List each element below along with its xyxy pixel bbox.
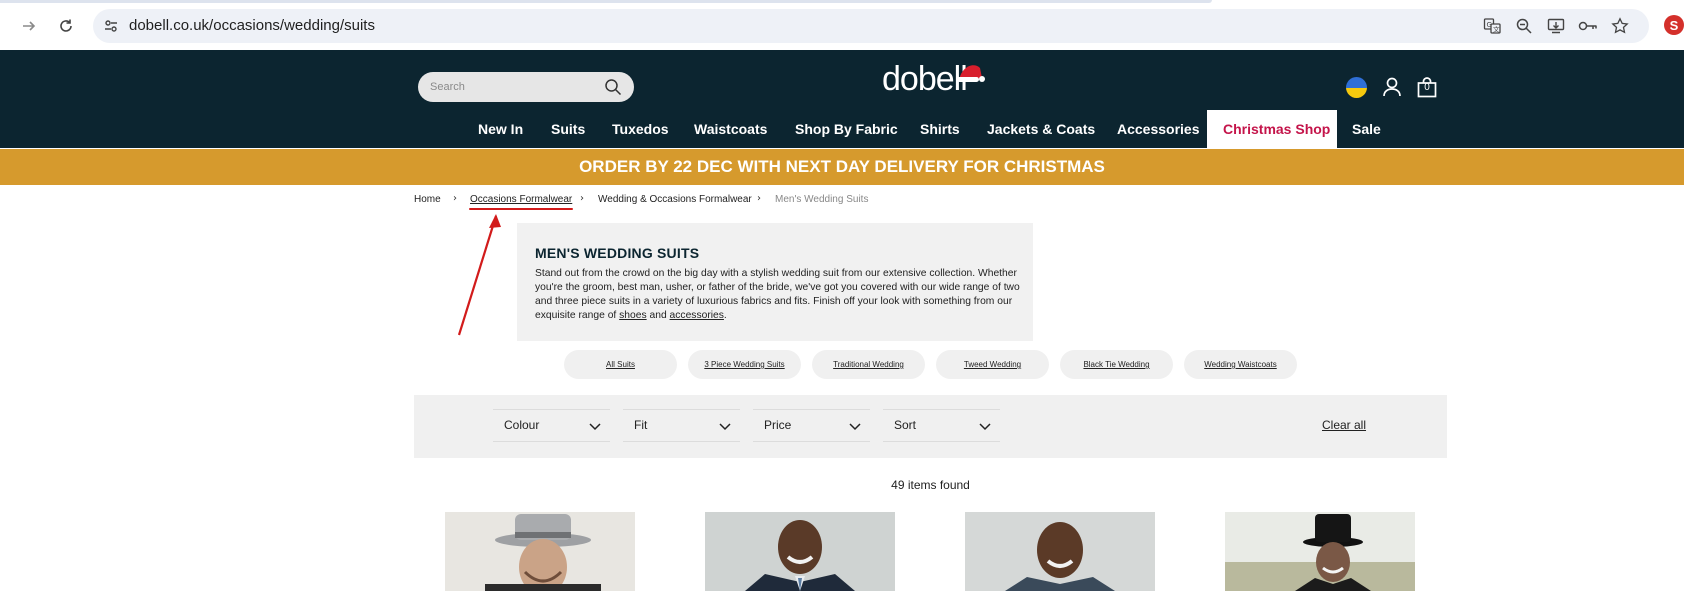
reload-icon[interactable] (51, 11, 81, 41)
nav-christmas-shop[interactable]: Christmas Shop (1207, 110, 1337, 148)
breadcrumb-separator-icon: › (757, 193, 761, 204)
fit-select-label: Fit (634, 418, 648, 432)
search-icon[interactable] (604, 78, 622, 96)
nav-sale[interactable]: Sale (1352, 110, 1381, 148)
translate-icon[interactable]: G文 (1481, 15, 1503, 37)
url-text[interactable]: dobell.co.uk/occasions/wedding/suits (129, 17, 375, 34)
nav-tuxedos[interactable]: Tuxedos (612, 110, 669, 148)
chevron-down-icon (719, 423, 731, 431)
intro-text-body: Stand out from the crowd on the big day … (535, 268, 1020, 321)
colour-select-label: Colour (504, 418, 540, 432)
bookmark-star-icon[interactable] (1609, 15, 1631, 37)
address-bar[interactable]: dobell.co.uk/occasions/wedding/suits G文 (93, 9, 1649, 43)
forward-icon[interactable] (14, 11, 44, 41)
delivery-banner[interactable]: ORDER BY 22 DEC WITH NEXT DAY DELIVERY F… (0, 149, 1684, 185)
extension-letter: S (1669, 17, 1679, 33)
site-logo[interactable]: dobell (882, 60, 968, 99)
chevron-down-icon (849, 423, 861, 431)
accessories-link[interactable]: accessories (670, 310, 724, 321)
category-intro: MEN'S WEDDING SUITS Stand out from the c… (517, 223, 1033, 341)
annotation-arrow-icon (457, 214, 501, 336)
nav-jackets-coats[interactable]: Jackets & Coats (987, 110, 1095, 148)
pill-tweed-wedding[interactable]: Tweed Wedding (936, 350, 1049, 379)
shopping-bag-icon[interactable]: 0 (1415, 75, 1439, 99)
browser-toolbar: dobell.co.uk/occasions/wedding/suits G文 … (0, 0, 1684, 50)
sort-select-label: Sort (894, 418, 917, 432)
breadcrumb-separator-icon: › (580, 193, 584, 204)
pill-traditional-wedding[interactable]: Traditional Wedding (812, 350, 925, 379)
chevron-down-icon (979, 423, 991, 431)
password-key-icon[interactable] (1577, 15, 1599, 37)
product-card-image[interactable] (1225, 512, 1415, 591)
search-input[interactable] (430, 78, 600, 96)
intro-text-and: and (646, 310, 670, 321)
colour-select[interactable]: Colour (493, 409, 610, 442)
intro-text: Stand out from the crowd on the big day … (535, 267, 1021, 323)
chevron-down-icon (589, 423, 601, 431)
breadcrumb-wedding-occasions[interactable]: Wedding & Occasions Formalwear (598, 194, 752, 205)
breadcrumb-home[interactable]: Home (414, 194, 441, 205)
zoom-icon[interactable] (1513, 15, 1535, 37)
nav-new-in[interactable]: New In (478, 110, 523, 148)
extension-icon[interactable]: S (1664, 15, 1684, 35)
price-select-label: Price (764, 418, 792, 432)
install-icon[interactable] (1545, 15, 1567, 37)
pill-black-tie-wedding[interactable]: Black Tie Wedding (1060, 350, 1173, 379)
nav-shop-by-fabric[interactable]: Shop By Fabric (795, 110, 898, 148)
santa-hat-icon (957, 65, 985, 82)
intro-text-end: . (723, 310, 727, 321)
clear-all-link[interactable]: Clear all (1322, 418, 1366, 432)
pill-wedding-waistcoats[interactable]: Wedding Waistcoats (1184, 350, 1297, 379)
site-header: dobell 0 New In Suits Tuxedos Waistcoats… (0, 50, 1684, 148)
pill-all-suits[interactable]: All Suits (564, 350, 677, 379)
site-info-icon[interactable] (101, 16, 121, 36)
product-card-image[interactable] (445, 512, 635, 591)
tab-strip-edge (0, 0, 1212, 3)
breadcrumb-occasions-formalwear[interactable]: Occasions Formalwear (470, 194, 572, 205)
price-select[interactable]: Price (753, 409, 870, 442)
cart-count: 0 (1424, 82, 1430, 93)
account-icon[interactable] (1380, 75, 1404, 99)
nav-shirts[interactable]: Shirts (920, 110, 960, 148)
search-box[interactable] (418, 72, 634, 102)
items-found-count: 49 items found (891, 478, 970, 492)
nav-waistcoats[interactable]: Waistcoats (694, 110, 767, 148)
pill-3-piece-wedding-suits[interactable]: 3 Piece Wedding Suits (688, 350, 801, 379)
svg-text:文: 文 (1493, 25, 1500, 34)
product-card-image[interactable] (965, 512, 1155, 591)
page-title: MEN'S WEDDING SUITS (535, 245, 700, 261)
breadcrumb-separator-icon: › (453, 193, 457, 204)
main-nav: New In Suits Tuxedos Waistcoats Shop By … (0, 110, 1684, 148)
sort-select[interactable]: Sort (883, 409, 1000, 442)
breadcrumb-current: Men's Wedding Suits (775, 194, 869, 205)
product-card-image[interactable] (705, 512, 895, 591)
nav-suits[interactable]: Suits (551, 110, 585, 148)
ukraine-flag-icon (1346, 77, 1367, 98)
shoes-link[interactable]: shoes (619, 310, 646, 321)
fit-select[interactable]: Fit (623, 409, 740, 442)
nav-accessories[interactable]: Accessories (1117, 110, 1200, 148)
filter-bar: Colour Fit Price Sort Clear all (414, 395, 1447, 458)
